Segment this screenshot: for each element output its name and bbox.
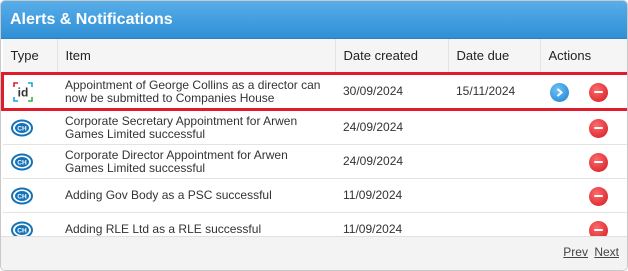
next-link[interactable]: Next	[594, 245, 619, 259]
date-due-cell	[448, 178, 540, 213]
date-created-cell: 30/09/2024	[335, 72, 448, 111]
table-row: id Appointment of George Collins as a di…	[1, 72, 627, 111]
table-row: CH Corporate Director Appointment for Ar…	[2, 144, 627, 179]
item-cell: Corporate Secretary Appointment for Arwe…	[57, 109, 335, 145]
type-cell: CH	[2, 109, 57, 145]
item-cell: Appointment of George Collins as a direc…	[57, 72, 335, 111]
companies-house-icon: CH	[10, 119, 50, 137]
type-cell: id	[1, 72, 57, 111]
date-created-cell: 11/09/2024	[335, 178, 448, 213]
date-due-cell	[448, 144, 540, 179]
prev-link[interactable]: Prev	[563, 245, 588, 259]
column-header-item: Item	[57, 39, 336, 74]
date-created-cell: 24/09/2024	[335, 109, 448, 145]
actions-cell	[540, 109, 627, 145]
svg-text:CH: CH	[17, 193, 27, 200]
go-button[interactable]	[550, 82, 569, 102]
table-header-row: Type Item Date created Date due Actions	[2, 39, 627, 74]
pagination: Prev Next	[1, 236, 627, 270]
id-check-icon: id	[12, 81, 49, 103]
companies-house-icon: CH	[10, 153, 50, 171]
delete-button[interactable]	[589, 152, 608, 172]
type-cell: CH	[2, 178, 57, 213]
date-due-cell: 15/11/2024	[448, 72, 540, 111]
item-cell: Adding Gov Body as a PSC successful	[57, 178, 335, 213]
table-row: CH Corporate Secretary Appointment for A…	[2, 109, 627, 145]
delete-button[interactable]	[589, 82, 608, 102]
delete-button[interactable]	[589, 186, 608, 206]
svg-text:id: id	[18, 85, 29, 99]
companies-house-icon: CH	[10, 187, 50, 205]
date-created-cell: 24/09/2024	[335, 144, 448, 179]
alerts-panel: Alerts & Notifications Type Item Date cr…	[0, 0, 628, 271]
column-header-actions: Actions	[540, 39, 627, 74]
svg-text:CH: CH	[17, 227, 27, 234]
alerts-table: Type Item Date created Date due Actions	[1, 39, 627, 247]
column-header-date-due: Date due	[448, 39, 541, 74]
actions-cell	[540, 178, 627, 213]
column-header-type: Type	[2, 39, 58, 74]
date-due-cell	[448, 109, 540, 145]
item-cell: Corporate Director Appointment for Arwen…	[57, 144, 335, 179]
actions-cell	[540, 144, 627, 179]
svg-text:CH: CH	[17, 125, 27, 132]
svg-text:CH: CH	[17, 159, 27, 166]
type-cell: CH	[2, 144, 57, 179]
chevron-right-icon	[556, 87, 564, 97]
delete-button[interactable]	[589, 118, 608, 138]
table-row: CH Adding Gov Body as a PSC successful 1…	[2, 178, 627, 213]
column-header-date-created: Date created	[335, 39, 449, 74]
actions-cell	[540, 72, 627, 111]
panel-title: Alerts & Notifications	[1, 1, 627, 39]
